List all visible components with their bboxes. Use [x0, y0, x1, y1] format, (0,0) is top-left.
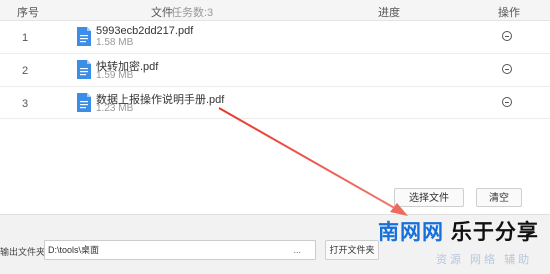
watermark-title: 南网网 乐于分享 — [378, 216, 539, 246]
watermark-slogan: 乐于分享 — [450, 221, 539, 244]
watermark-subtitle: 资源 网络 辅助 — [436, 254, 533, 266]
watermark-brand: 南网网 — [378, 221, 444, 244]
watermark: 南网网 乐于分享 资源 网络 辅助 — [378, 216, 550, 273]
